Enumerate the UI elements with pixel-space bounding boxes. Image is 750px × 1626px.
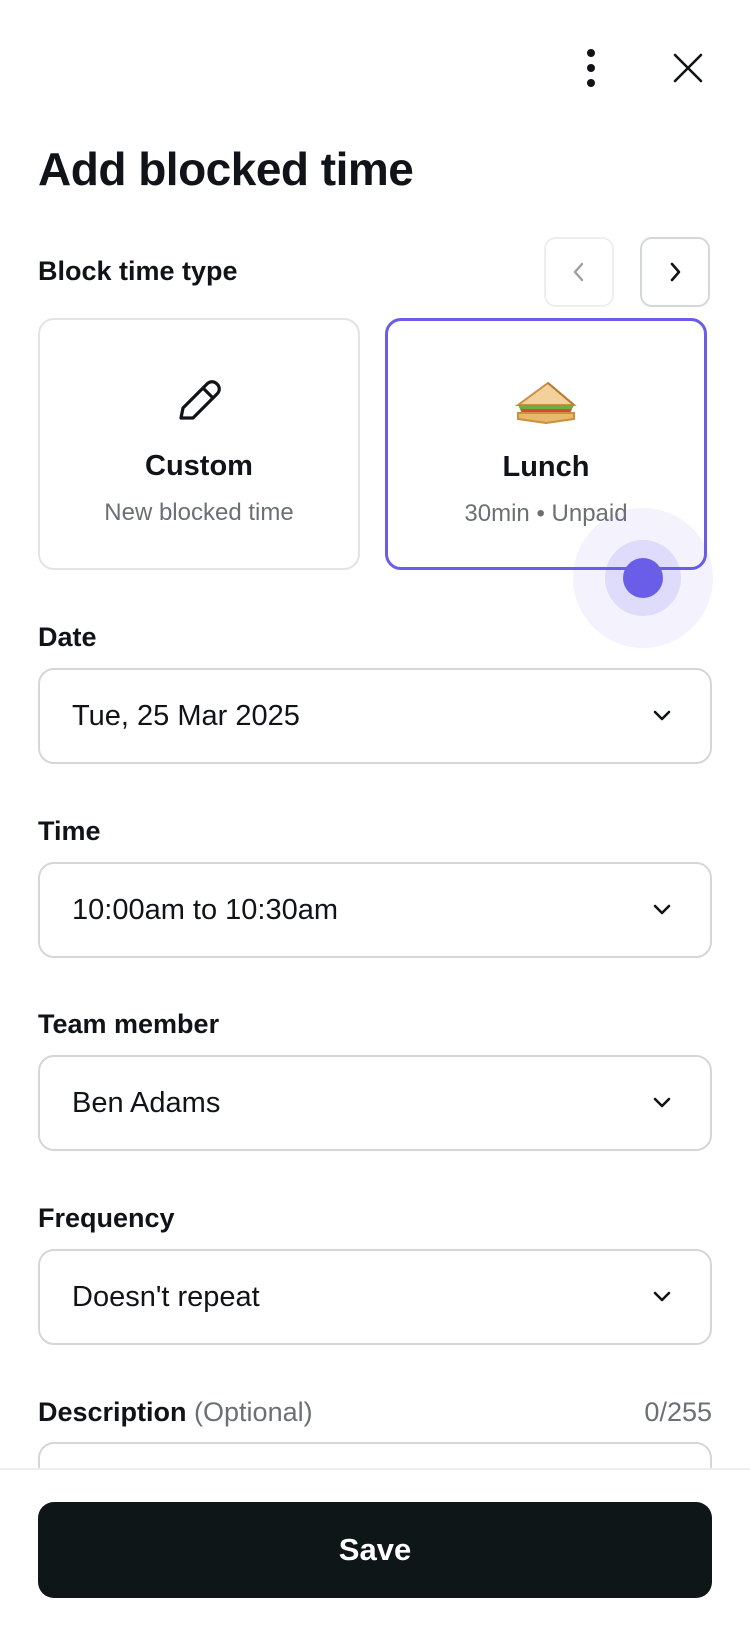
save-button[interactable]: Save xyxy=(38,1502,712,1598)
date-value: Tue, 25 Mar 2025 xyxy=(72,699,300,732)
frequency-label: Frequency xyxy=(38,1203,175,1233)
date-label: Date xyxy=(38,622,97,652)
next-type-button[interactable] xyxy=(640,237,710,307)
character-count: 0/255 xyxy=(644,1397,712,1427)
chevron-down-icon xyxy=(653,710,671,721)
pencil-icon xyxy=(179,380,221,420)
card-subtitle: 30min • Unpaid xyxy=(464,500,628,527)
more-vertical-icon xyxy=(587,49,595,87)
block-time-type-label: Block time type xyxy=(38,256,238,286)
previous-type-button[interactable] xyxy=(544,237,614,307)
description-label: Description (Optional) xyxy=(38,1397,313,1428)
time-value: 10:00am to 10:30am xyxy=(72,893,339,926)
team-member-label: Team member xyxy=(38,1009,220,1039)
time-select[interactable]: 10:00am to 10:30am xyxy=(38,862,712,958)
close-icon xyxy=(673,53,703,83)
time-label: Time xyxy=(38,816,101,846)
block-type-card-lunch[interactable]: Lunch 30min • Unpaid xyxy=(385,318,707,570)
date-select[interactable]: Tue, 25 Mar 2025 xyxy=(38,668,712,764)
team-member-select[interactable]: Ben Adams xyxy=(38,1055,712,1151)
chevron-left-icon xyxy=(573,262,584,282)
card-title: Lunch xyxy=(502,451,590,483)
chevron-down-icon xyxy=(653,1291,671,1302)
frequency-select[interactable]: Doesn't repeat xyxy=(38,1249,712,1345)
chevron-right-icon xyxy=(670,262,681,282)
description-label-text: Description xyxy=(38,1397,187,1427)
team-member-value: Ben Adams xyxy=(72,1086,221,1119)
chevron-down-icon xyxy=(653,1097,671,1108)
page-title: Add blocked time xyxy=(38,143,414,195)
frequency-value: Doesn't repeat xyxy=(72,1280,260,1313)
card-title: Custom xyxy=(145,450,253,482)
chevron-down-icon xyxy=(653,904,671,915)
close-button[interactable] xyxy=(664,44,712,92)
optional-hint: (Optional) xyxy=(194,1397,313,1427)
more-options-button[interactable] xyxy=(567,44,615,92)
block-type-card-custom[interactable]: Custom New blocked time xyxy=(38,318,360,570)
sandwich-icon xyxy=(514,381,577,425)
card-subtitle: New blocked time xyxy=(104,499,294,526)
